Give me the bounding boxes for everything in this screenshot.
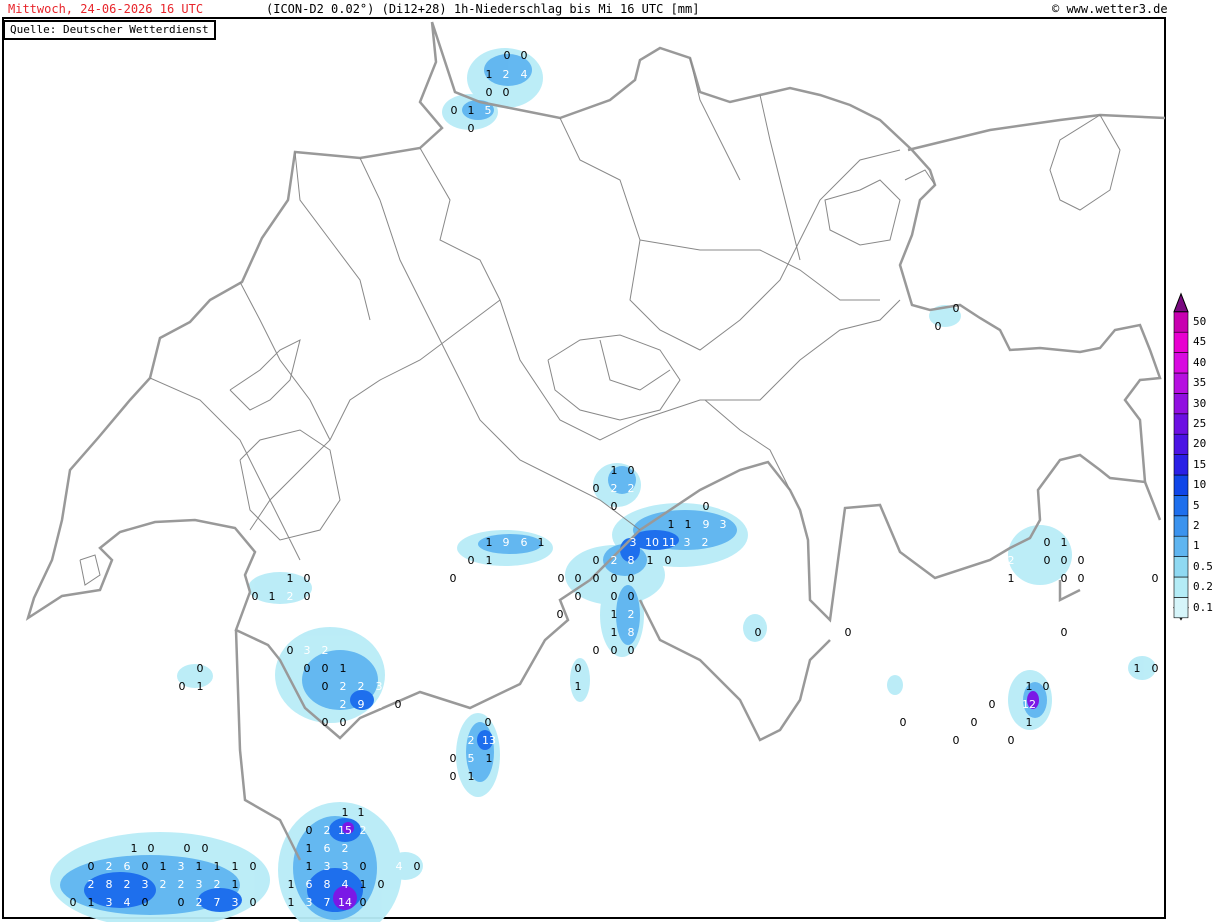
legend-label: 40 <box>1193 355 1207 369</box>
legend-label: 0.2 <box>1193 580 1213 594</box>
legend-label: 50 <box>1193 315 1207 328</box>
legend-label: 0.1 <box>1193 600 1213 614</box>
date-time-label: Mittwoch, 24-06-2026 16 UTC <box>8 2 204 16</box>
legend-label: 45 <box>1193 335 1207 349</box>
header-bar: Mittwoch, 24-06-2026 16 UTC (ICON-D2 0.0… <box>0 0 1229 18</box>
legend-label: 20 <box>1193 437 1207 451</box>
legend-label: 0.5 <box>1193 559 1213 573</box>
legend-label: 25 <box>1193 417 1207 430</box>
legend-label: 30 <box>1193 396 1207 410</box>
copyright-label: © www.wetter3.de <box>1052 2 1168 16</box>
model-info-label: (ICON-D2 0.02°) (Di12+28) 1h-Niederschla… <box>266 2 700 16</box>
source-box: Quelle: Deutscher Wetterdienst <box>3 20 216 40</box>
legend-label: 15 <box>1193 457 1207 471</box>
legend-label: 10 <box>1193 478 1207 492</box>
map-frame <box>2 17 1166 919</box>
legend-label: 35 <box>1193 376 1207 390</box>
legend-label: 5 <box>1193 498 1200 512</box>
legend-label: 1 <box>1193 539 1200 553</box>
legend-label: 2 <box>1193 519 1200 532</box>
precipitation-map <box>2 17 1166 922</box>
